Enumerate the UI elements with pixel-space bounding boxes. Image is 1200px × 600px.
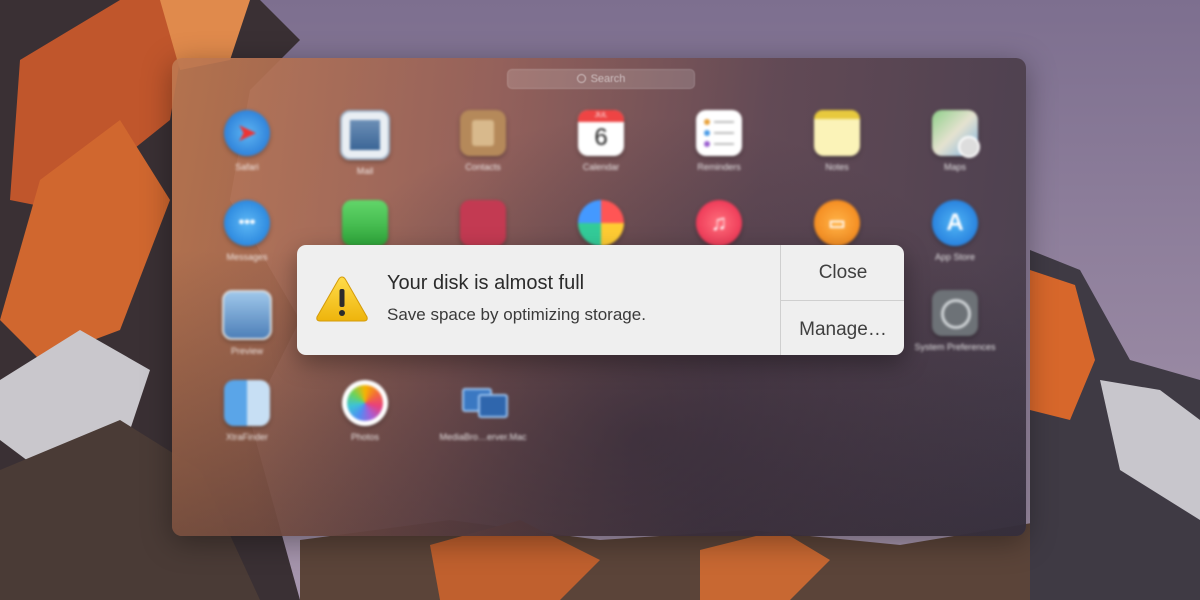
disk-full-alert: Your disk is almost full Save space by o… xyxy=(297,245,904,355)
app-store-icon: A xyxy=(932,200,978,246)
messages-bubble-icon: ••• xyxy=(224,200,270,246)
alert-button-column: Close Manage… xyxy=(780,245,904,355)
calendar-icon: JUL 6 xyxy=(578,110,624,156)
app-notes[interactable]: Notes xyxy=(787,110,887,190)
app-app-store[interactable]: A App Store xyxy=(905,200,1005,280)
app-xtrafinder[interactable]: XtraFinder xyxy=(197,380,297,460)
app-label: Safari xyxy=(235,162,259,172)
reminders-list-icon xyxy=(696,110,742,156)
app-mediabrowser-server[interactable]: MediaBro…erver.Mac xyxy=(433,380,533,460)
safari-icon: ➤ xyxy=(224,110,270,156)
app-preview[interactable]: Preview xyxy=(197,290,297,370)
app-label: App Store xyxy=(934,252,976,262)
photo-booth-icon xyxy=(460,200,506,246)
gear-icon xyxy=(932,290,978,336)
itunes-music-note-icon: ♫ xyxy=(696,200,742,246)
launchpad-search-field[interactable]: Search xyxy=(507,69,695,89)
alert-title: Your disk is almost full xyxy=(387,272,585,294)
game-center-icon xyxy=(578,200,624,246)
app-contacts[interactable]: Contacts xyxy=(433,110,533,190)
app-messages[interactable]: ••• Messages xyxy=(197,200,297,280)
facetime-camera-icon xyxy=(342,200,388,246)
app-label: Maps xyxy=(943,162,966,172)
app-reminders[interactable]: Reminders xyxy=(669,110,769,190)
app-label: Notes xyxy=(825,162,849,172)
contacts-book-icon xyxy=(460,110,506,156)
notes-pad-icon xyxy=(814,110,860,156)
monitors-icon xyxy=(460,380,508,426)
app-safari[interactable]: ➤ Safari xyxy=(197,110,297,190)
maps-icon xyxy=(932,110,980,158)
app-label: Mail xyxy=(356,166,374,176)
calendar-day: 6 xyxy=(594,124,608,151)
app-system-preferences[interactable]: System Preferences xyxy=(905,290,1005,370)
mail-stamp-icon xyxy=(340,110,390,160)
alert-message: Save space by optimizing storage. xyxy=(387,305,646,324)
app-label: Messages xyxy=(226,252,268,262)
app-calendar[interactable]: JUL 6 Calendar xyxy=(551,110,651,190)
manage-button[interactable]: Manage… xyxy=(781,300,904,355)
app-photos[interactable]: Photos xyxy=(315,380,415,460)
calendar-month: JUL xyxy=(578,110,624,122)
app-label: Contacts xyxy=(465,162,501,172)
search-icon xyxy=(576,74,586,83)
photos-flower-icon xyxy=(342,380,388,426)
app-maps[interactable]: Maps xyxy=(905,110,1005,190)
app-label: Photos xyxy=(350,432,380,442)
ibooks-icon: ▭ xyxy=(814,200,860,246)
warning-icon xyxy=(316,276,368,322)
app-label: Preview xyxy=(230,346,263,356)
preview-photos-icon xyxy=(222,290,272,340)
app-label: Calendar xyxy=(582,162,620,172)
app-label: Reminders xyxy=(697,162,741,172)
finder-face-icon xyxy=(224,380,270,426)
app-label: MediaBro…erver.Mac xyxy=(439,432,527,442)
close-button[interactable]: Close xyxy=(781,245,904,300)
app-mail[interactable]: Mail xyxy=(315,110,415,190)
app-label: XtraFinder xyxy=(225,432,269,442)
search-placeholder: Search xyxy=(590,73,626,85)
app-label: System Preferences xyxy=(914,342,996,352)
